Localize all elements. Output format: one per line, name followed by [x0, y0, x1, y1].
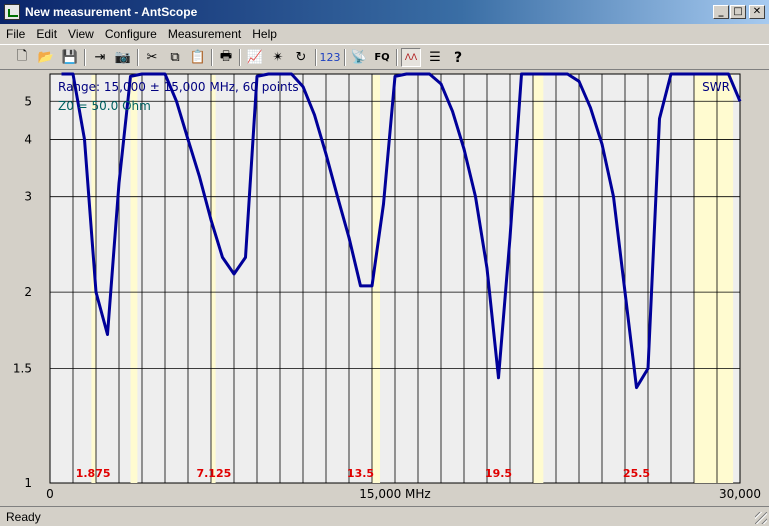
close-button[interactable]: ✕: [749, 5, 765, 19]
y-tick-label: 1: [24, 476, 32, 490]
menu-file[interactable]: File: [6, 27, 25, 41]
toolbar-separator: [396, 49, 398, 66]
z0-text: Z0 = 50.0 Ohm: [58, 99, 151, 113]
antenna-icon[interactable]: 📡: [349, 48, 369, 67]
menu-view[interactable]: View: [68, 27, 94, 41]
band-label: 7.125: [196, 467, 231, 480]
toolbar-separator: [84, 49, 86, 66]
status-bar: Ready: [0, 506, 769, 526]
refresh-icon[interactable]: ↻: [291, 48, 311, 67]
chart-icon[interactable]: 📈: [245, 48, 265, 67]
print-icon[interactable]: 🖶: [216, 48, 236, 67]
x-tick-label: 0: [46, 487, 54, 501]
range-text: Range: 15,000 ± 15,000 MHz, 60 points: [58, 80, 299, 94]
fq-label[interactable]: FQ: [372, 48, 392, 67]
ham-band-region: [130, 75, 138, 483]
ham-band-region: [694, 75, 734, 483]
x-tick-label: 30,000: [719, 487, 761, 501]
band-label: 1.875: [76, 467, 111, 480]
menu-help[interactable]: Help: [252, 27, 277, 41]
export-icon[interactable]: ⇥: [90, 48, 110, 67]
scan-icon[interactable]: ✴: [268, 48, 288, 67]
y-tick-label: 3: [24, 190, 32, 204]
save-icon[interactable]: 💾: [60, 48, 80, 67]
menu-configure[interactable]: Configure: [105, 27, 157, 41]
band-label: 19.5: [485, 467, 512, 480]
window-title: New measurement - AntScope: [25, 5, 198, 19]
toolbar-separator: [344, 49, 346, 66]
minimize-button[interactable]: _: [713, 5, 729, 19]
swr-chart-area[interactable]: 1 1.5 2 3 4 5 0 15,000 MHz 30,000 1.875 7.125 13.…: [0, 71, 769, 505]
resize-grip-icon[interactable]: [755, 512, 767, 524]
title-bar: New measurement - AntScope _ □ ✕: [0, 0, 769, 24]
y-tick-label: 1.5: [13, 361, 32, 375]
x-tick-label: 15,000 MHz: [359, 487, 430, 501]
band-label: 25.5: [623, 467, 650, 480]
swr-chart[interactable]: 1 1.5 2 3 4 5 0 15,000 MHz 30,000 1.875 7.125 13.…: [0, 71, 769, 505]
new-icon[interactable]: 🗋: [12, 48, 32, 67]
list-icon[interactable]: ☰: [425, 48, 445, 67]
help-icon[interactable]: ?: [448, 48, 468, 67]
maximize-button[interactable]: □: [730, 5, 746, 19]
band-label: 13.5: [347, 467, 374, 480]
open-folder-icon[interactable]: 📂: [36, 48, 56, 67]
menu-measurement[interactable]: Measurement: [168, 27, 241, 41]
copy-icon[interactable]: ⧉: [165, 48, 185, 67]
numbers-label[interactable]: 123: [320, 48, 341, 67]
graph-mode-icon[interactable]: ΛΛ: [401, 48, 421, 67]
y-tick-label: 2: [24, 285, 32, 299]
y-tick-label: 4: [24, 132, 32, 146]
ham-band-region: [211, 75, 216, 483]
toolbar-separator: [211, 49, 213, 66]
antscope-app-icon[interactable]: [4, 4, 20, 20]
ham-band-region: [533, 75, 544, 483]
cut-icon[interactable]: ✂: [142, 48, 162, 67]
toolbar-separator: [239, 49, 241, 66]
y-tick-label: 5: [24, 94, 32, 108]
status-text: Ready: [6, 510, 41, 524]
menu-bar: File Edit View Configure Measurement Hel…: [0, 24, 769, 44]
camera-icon[interactable]: 📷: [113, 48, 133, 67]
parameter-label: SWR: [702, 80, 730, 94]
toolbar-separator: [315, 49, 317, 66]
toolbar: 🗋 📂 💾 ⇥ 📷 ✂ ⧉ 📋 🖶 📈 ✴ ↻ 123 📡 FQ ΛΛ ☰ ?: [0, 44, 769, 70]
menu-edit[interactable]: Edit: [36, 27, 57, 41]
toolbar-separator: [137, 49, 139, 66]
paste-icon[interactable]: 📋: [188, 48, 208, 67]
